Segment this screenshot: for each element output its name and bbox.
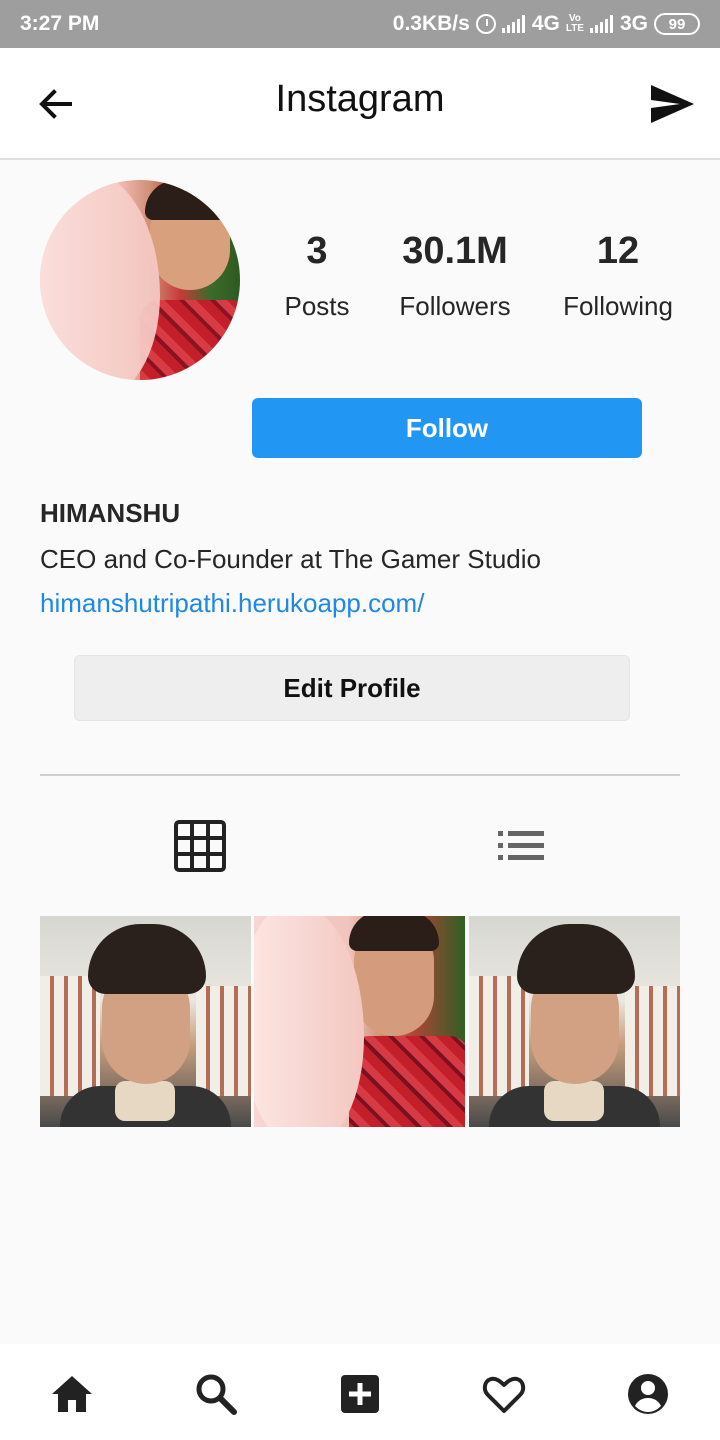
post-thumbnail[interactable] — [40, 916, 251, 1127]
followers-count: 30.1M — [402, 230, 508, 272]
profile-website-link[interactable]: himanshutripathi.herukoapp.com/ — [40, 588, 424, 619]
following-label: Following — [563, 291, 673, 321]
list-view-icon[interactable] — [496, 828, 546, 864]
heart-icon[interactable] — [482, 1372, 526, 1416]
followers-label: Followers — [399, 291, 511, 321]
add-post-icon[interactable] — [338, 1372, 382, 1416]
followers-stat[interactable]: 30.1M Followers — [380, 230, 530, 322]
profile-name: HIMANSHU — [40, 498, 181, 528]
search-icon[interactable] — [194, 1372, 238, 1416]
posts-stat[interactable]: 3 Posts — [242, 230, 392, 322]
volte-bottom: LTE — [565, 23, 584, 34]
status-time: 3:27 PM — [20, 12, 100, 35]
signal-icon — [501, 15, 526, 33]
edit-profile-button[interactable]: Edit Profile — [74, 655, 630, 721]
following-count: 12 — [596, 230, 640, 272]
follow-button[interactable]: Follow — [252, 398, 642, 458]
volte-icon: Vo LTE — [566, 14, 584, 34]
signal-icon-2 — [589, 15, 614, 33]
alarm-icon — [475, 14, 496, 34]
post-thumbnail[interactable] — [254, 916, 465, 1127]
posts-label: Posts — [284, 291, 350, 321]
profile-icon[interactable] — [626, 1372, 670, 1416]
profile-avatar[interactable] — [40, 180, 240, 380]
bottom-navigation — [0, 1344, 720, 1440]
following-stat[interactable]: 12 Following — [543, 230, 693, 322]
network-type-1: 4G — [531, 12, 560, 35]
net-speed: 0.3KB/s — [392, 12, 470, 35]
post-thumbnail[interactable] — [469, 916, 680, 1127]
network-type-2: 3G — [619, 12, 648, 35]
grid-view-icon[interactable] — [174, 820, 226, 872]
status-bar: 3:27 PM 0.3KB/s 4G Vo LTE 3G 99 — [0, 0, 720, 48]
section-divider — [40, 774, 680, 776]
top-app-bar: Instagram — [0, 48, 720, 160]
battery-icon: 99 — [654, 13, 700, 35]
app-title: Instagram — [275, 78, 445, 120]
status-indicators: 0.3KB/s 4G Vo LTE 3G 99 — [393, 12, 700, 36]
home-icon[interactable] — [50, 1372, 94, 1416]
profile-bio: CEO and Co-Founder at The Gamer Studio — [40, 544, 541, 574]
posts-count: 3 — [306, 230, 328, 272]
send-icon[interactable] — [648, 82, 696, 126]
